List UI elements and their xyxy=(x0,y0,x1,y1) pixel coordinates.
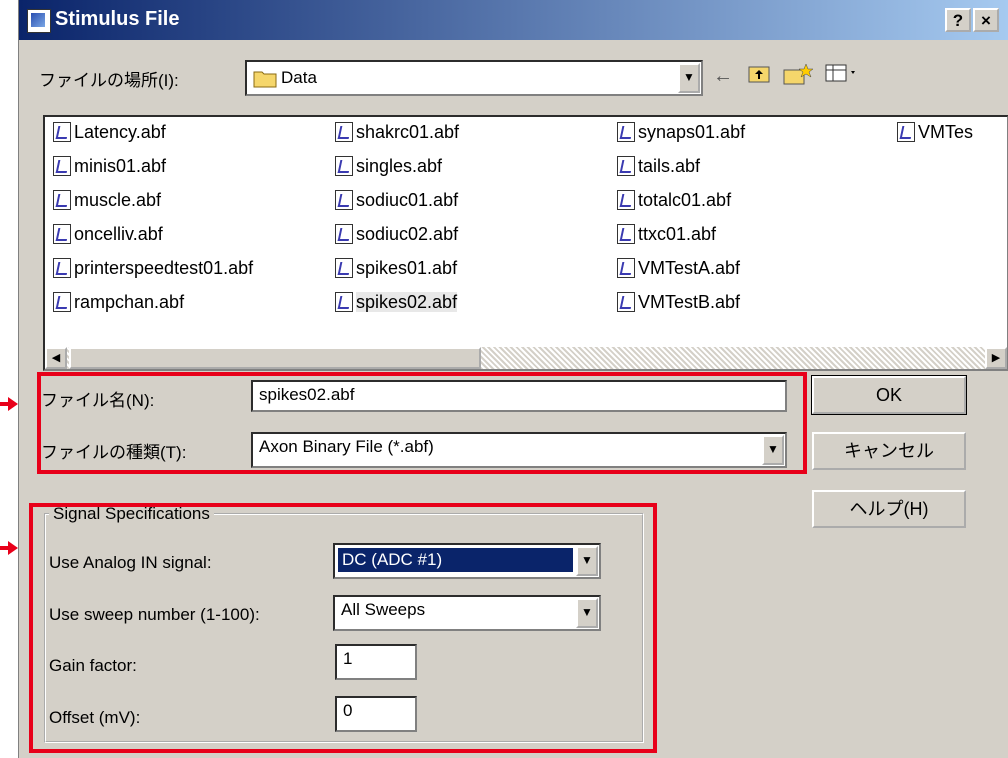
file-name: Latency.abf xyxy=(74,122,166,142)
highlight-box-signal xyxy=(29,503,657,753)
abf-file-icon xyxy=(617,292,635,312)
stimulus-file-dialog: Stimulus File ? × ファイルの場所(I): Data ▼ ← L… xyxy=(18,0,1008,758)
list-item[interactable]: spikes01.abf xyxy=(335,255,457,281)
back-arrow-icon[interactable]: ← xyxy=(709,62,737,90)
scroll-right-button[interactable]: ▶ xyxy=(985,347,1007,369)
abf-file-icon xyxy=(617,258,635,278)
abf-file-icon xyxy=(335,292,353,312)
file-list[interactable]: Latency.abf minis01.abf muscle.abf oncelliv… xyxy=(43,115,1008,371)
abf-file-icon xyxy=(335,190,353,210)
file-name: sodiuc01.abf xyxy=(356,190,459,210)
file-name: synaps01.abf xyxy=(638,122,746,142)
file-name: muscle.abf xyxy=(74,190,162,210)
annotation-arrow-1 xyxy=(0,397,18,411)
abf-file-icon xyxy=(897,122,915,142)
file-name: rampchan.abf xyxy=(74,292,185,312)
list-item[interactable]: minis01.abf xyxy=(53,153,166,179)
list-item[interactable]: sodiuc02.abf xyxy=(335,221,458,247)
list-item[interactable]: VMTestB.abf xyxy=(617,289,740,315)
view-menu-icon[interactable] xyxy=(823,62,861,90)
scroll-left-button[interactable]: ◀ xyxy=(45,347,67,369)
app-icon xyxy=(27,9,51,33)
abf-file-icon xyxy=(617,156,635,176)
abf-file-icon xyxy=(53,292,71,312)
folder-icon xyxy=(253,71,277,88)
highlight-box-file xyxy=(37,372,807,474)
file-name: totalc01.abf xyxy=(638,190,732,210)
abf-file-icon xyxy=(335,156,353,176)
list-item[interactable]: totalc01.abf xyxy=(617,187,731,213)
close-button[interactable]: × xyxy=(973,8,999,32)
annotation-arrow-2 xyxy=(0,541,18,555)
abf-file-icon xyxy=(53,258,71,278)
list-item[interactable]: muscle.abf xyxy=(53,187,161,213)
list-item[interactable]: spikes02.abf xyxy=(335,289,458,315)
abf-file-icon xyxy=(335,122,353,142)
scroll-thumb[interactable] xyxy=(69,347,481,369)
list-item[interactable]: shakrc01.abf xyxy=(335,119,459,145)
location-combo[interactable]: Data ▼ xyxy=(245,60,703,96)
new-folder-icon[interactable] xyxy=(781,62,815,90)
abf-file-icon xyxy=(53,224,71,244)
abf-file-icon xyxy=(53,156,71,176)
file-name: minis01.abf xyxy=(74,156,167,176)
file-name: spikes01.abf xyxy=(356,258,458,278)
file-name: singles.abf xyxy=(356,156,443,176)
list-item[interactable]: printerspeedtest01.abf xyxy=(53,255,253,281)
file-name: printerspeedtest01.abf xyxy=(74,258,254,278)
abf-file-icon xyxy=(335,258,353,278)
location-value: Data xyxy=(281,68,317,87)
ok-button[interactable]: OK xyxy=(811,375,967,415)
file-name: oncelliv.abf xyxy=(74,224,163,244)
abf-file-icon xyxy=(53,190,71,210)
abf-file-icon xyxy=(53,122,71,142)
list-item[interactable]: VMTestA.abf xyxy=(617,255,740,281)
list-item[interactable]: rampchan.abf xyxy=(53,289,184,315)
file-name: sodiuc02.abf xyxy=(356,224,459,244)
file-name: shakrc01.abf xyxy=(356,122,460,142)
file-name: VMTes xyxy=(918,122,974,142)
file-name: ttxc01.abf xyxy=(638,224,717,244)
list-item[interactable]: tails.abf xyxy=(617,153,700,179)
title-bar: Stimulus File ? × xyxy=(19,0,1008,40)
list-item[interactable]: singles.abf xyxy=(335,153,442,179)
list-item[interactable]: synaps01.abf xyxy=(617,119,745,145)
window-title: Stimulus File xyxy=(55,8,180,30)
list-item[interactable]: sodiuc01.abf xyxy=(335,187,458,213)
file-name: spikes02.abf xyxy=(356,292,458,312)
up-folder-icon[interactable] xyxy=(745,62,773,90)
list-item[interactable]: VMTes xyxy=(897,119,973,145)
abf-file-icon xyxy=(335,224,353,244)
location-label: ファイルの場所(I): xyxy=(39,71,179,90)
list-item[interactable]: ttxc01.abf xyxy=(617,221,716,247)
horizontal-scrollbar[interactable]: ◀ ▶ xyxy=(45,347,1007,369)
cancel-button[interactable]: キャンセル xyxy=(812,432,966,470)
file-name: tails.abf xyxy=(638,156,701,176)
file-name: VMTestB.abf xyxy=(638,292,741,312)
abf-file-icon xyxy=(617,190,635,210)
chevron-down-icon[interactable]: ▼ xyxy=(678,63,700,93)
list-item[interactable]: Latency.abf xyxy=(53,119,166,145)
help-button[interactable]: ヘルプ(H) xyxy=(812,490,966,528)
help-title-button[interactable]: ? xyxy=(945,8,971,32)
abf-file-icon xyxy=(617,122,635,142)
abf-file-icon xyxy=(617,224,635,244)
list-item[interactable]: oncelliv.abf xyxy=(53,221,163,247)
file-name: VMTestA.abf xyxy=(638,258,741,278)
